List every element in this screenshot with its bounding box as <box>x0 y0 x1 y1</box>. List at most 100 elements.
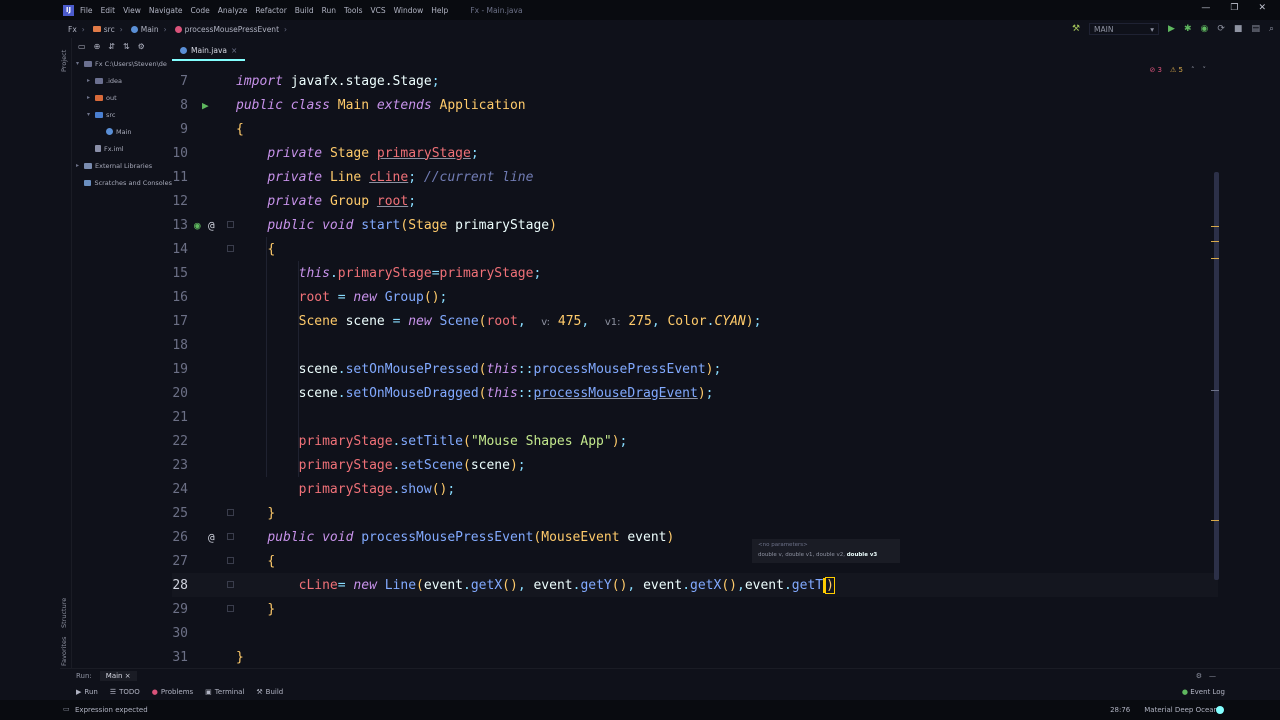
tree-item[interactable]: ▸ out <box>72 89 172 106</box>
breadcrumb-project[interactable]: Fx › <box>68 25 85 34</box>
code-line[interactable]: 29 } <box>172 597 1218 621</box>
code-editor[interactable]: 7 import javafx.stage.Stage; 8 public class… <box>172 61 1218 668</box>
line-number[interactable]: 13 <box>172 218 188 233</box>
fold-marker-icon[interactable] <box>227 581 234 588</box>
tree-item[interactable]: Scratches and Consoles <box>72 174 172 191</box>
code-line[interactable]: 21 <box>172 405 1218 429</box>
fold-marker-icon[interactable] <box>227 245 234 252</box>
annotation-gutter-icon[interactable]: @ <box>208 531 215 544</box>
structure-icon[interactable]: ▤ <box>1251 24 1260 34</box>
code-line[interactable]: 17 Scene scene = new Scene(root, v: 475,… <box>172 309 1218 333</box>
favorites-tool-tab[interactable]: Favorites <box>60 632 72 666</box>
scroll-marker[interactable] <box>1211 226 1219 227</box>
line-number[interactable]: 10 <box>172 146 188 161</box>
menu-build[interactable]: Build <box>295 6 314 15</box>
line-number[interactable]: 24 <box>172 482 188 497</box>
menu-help[interactable]: Help <box>431 6 448 15</box>
tool-tab-build[interactable]: ⚒ Build <box>256 688 283 696</box>
tree-item[interactable]: ▾ src <box>72 106 172 123</box>
line-number[interactable]: 20 <box>172 386 188 401</box>
theme-name[interactable]: Material Deep Ocean <box>1144 706 1218 714</box>
menu-refactor[interactable]: Refactor <box>255 6 286 15</box>
project-tool-tab[interactable]: Project <box>60 42 72 72</box>
code-line[interactable]: 18 <box>172 333 1218 357</box>
expand-all-icon[interactable]: ⇵ <box>108 42 115 51</box>
chevron-up-icon[interactable]: ˄ <box>1191 66 1195 74</box>
menu-edit[interactable]: Edit <box>101 6 116 15</box>
tool-tab-run[interactable]: ▶ Run <box>76 688 98 696</box>
stop-icon[interactable]: ■ <box>1234 24 1243 34</box>
code-line[interactable]: 7 import javafx.stage.Stage; <box>172 69 1218 93</box>
locate-icon[interactable]: ⊕ <box>94 42 101 51</box>
fold-marker-icon[interactable] <box>227 221 234 228</box>
coverage-icon[interactable]: ◉ <box>1201 24 1209 34</box>
fold-marker-icon[interactable] <box>227 509 234 516</box>
close-tab-icon[interactable]: × <box>231 46 237 55</box>
code-line[interactable]: 19 scene.setOnMousePressed(this::process… <box>172 357 1218 381</box>
code-line[interactable]: 26 public void processMousePressEvent(Mo… <box>172 525 1218 549</box>
line-number[interactable]: 18 <box>172 338 188 353</box>
code-line[interactable]: 8 public class Main extends Application ▶ <box>172 93 1218 117</box>
fold-marker-icon[interactable] <box>227 557 234 564</box>
menu-vcs[interactable]: VCS <box>370 6 385 15</box>
scroll-marker[interactable] <box>1211 241 1219 242</box>
menu-view[interactable]: View <box>123 6 141 15</box>
vertical-scrollbar[interactable] <box>1214 172 1219 580</box>
code-line[interactable]: 30 <box>172 621 1218 645</box>
gear-icon[interactable]: ⚙ <box>138 42 145 51</box>
intellij-logo-icon[interactable]: IJ <box>63 4 74 16</box>
scroll-marker[interactable] <box>1211 390 1219 391</box>
menu-window[interactable]: Window <box>394 6 424 15</box>
minimize-icon[interactable]: — <box>1201 3 1210 13</box>
run-configuration-select[interactable]: MAIN ▾ <box>1089 23 1160 35</box>
run-tab-main[interactable]: Main × <box>99 671 137 681</box>
annotation-gutter-icon[interactable]: @ <box>208 219 215 232</box>
code-line[interactable]: 9{ <box>172 117 1218 141</box>
minimize-panel-icon[interactable]: — <box>1209 672 1216 680</box>
build-hammer-icon[interactable]: ⚒ <box>1072 24 1080 34</box>
menu-code[interactable]: Code <box>191 6 210 15</box>
line-number[interactable]: 8 <box>172 98 188 113</box>
tree-item[interactable]: Fx.iml <box>72 140 172 157</box>
line-number[interactable]: 11 <box>172 170 188 185</box>
code-line[interactable]: 27 { <box>172 549 1218 573</box>
code-line[interactable]: 25 } <box>172 501 1218 525</box>
line-number[interactable]: 21 <box>172 410 188 425</box>
line-number[interactable]: 22 <box>172 434 188 449</box>
line-number[interactable]: 23 <box>172 458 188 473</box>
inspection-widget[interactable]: ⊘ 3 ⚠ 5 ˄ ˅ <box>1149 66 1206 74</box>
cursor-position[interactable]: 28:76 <box>1110 706 1130 714</box>
breadcrumb-class[interactable]: Main › <box>130 25 167 34</box>
code-line[interactable]: 12 private Group root; <box>172 189 1218 213</box>
menu-analyze[interactable]: Analyze <box>218 6 248 15</box>
code-line[interactable]: 11 private Line cLine; //current line <box>172 165 1218 189</box>
code-line[interactable]: 23 primaryStage.setScene(scene); <box>172 453 1218 477</box>
line-number[interactable]: 15 <box>172 266 188 281</box>
close-icon[interactable]: ✕ <box>1258 3 1266 13</box>
code-line[interactable]: 15 this.primaryStage=primaryStage; <box>172 261 1218 285</box>
run-icon[interactable]: ▶ <box>1168 24 1175 34</box>
line-number[interactable]: 25 <box>172 506 188 521</box>
tool-tab-todo[interactable]: ☰ TODO <box>110 688 140 696</box>
line-number[interactable]: 30 <box>172 626 188 641</box>
tree-item[interactable]: ▸ .idea <box>72 72 172 89</box>
code-line[interactable]: 28 cLine= new Line(event.getX(), event.g… <box>172 573 1218 597</box>
code-line[interactable]: 13 public void start(Stage primaryStage)… <box>172 213 1218 237</box>
line-number[interactable]: 9 <box>172 122 188 137</box>
code-line[interactable]: 14 { <box>172 237 1218 261</box>
line-number[interactable]: 31 <box>172 650 188 665</box>
scroll-marker[interactable] <box>1211 520 1219 521</box>
menu-file[interactable]: File <box>80 6 93 15</box>
breadcrumb-src[interactable]: src › <box>92 25 123 34</box>
structure-tool-tab[interactable]: Structure <box>60 588 72 628</box>
line-number[interactable]: 12 <box>172 194 188 209</box>
gear-icon[interactable]: ⚙ <box>1196 672 1202 680</box>
breadcrumb-method[interactable]: processMousePressEvent › <box>174 25 287 34</box>
tree-item[interactable]: ▸ External Libraries <box>72 157 172 174</box>
menu-run[interactable]: Run <box>322 6 336 15</box>
code-line[interactable]: 16 root = new Group(); <box>172 285 1218 309</box>
line-number[interactable]: 28 <box>172 578 188 593</box>
tab-main-java[interactable]: Main.java × <box>172 42 246 61</box>
line-number[interactable]: 19 <box>172 362 188 377</box>
code-line[interactable]: 31} <box>172 645 1218 668</box>
